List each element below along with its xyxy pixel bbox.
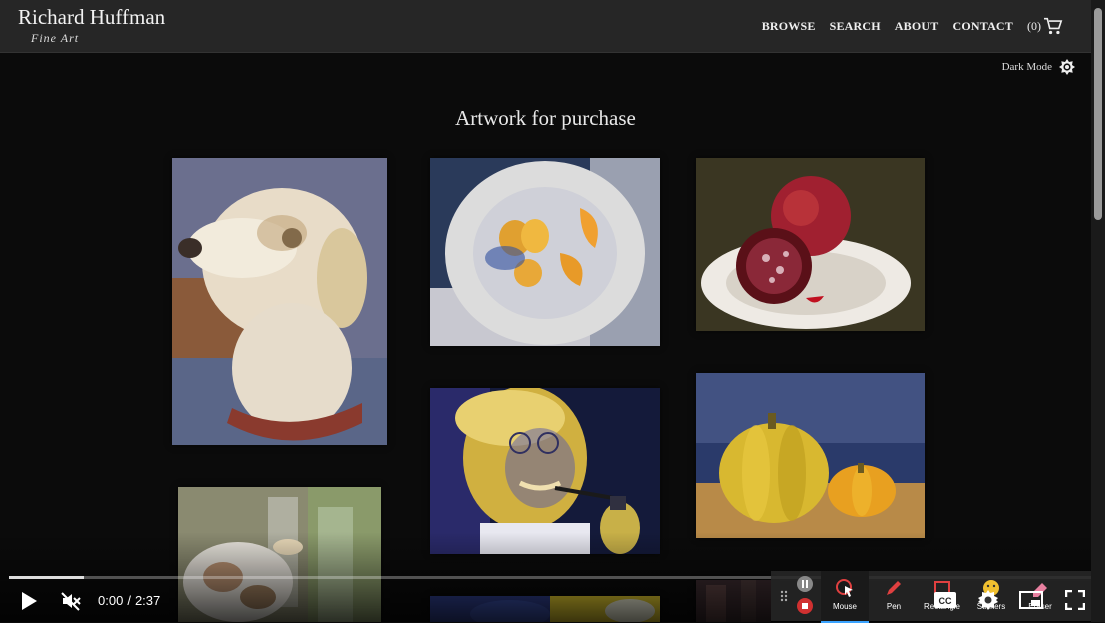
play-button[interactable] [18,590,40,612]
miniplayer-icon [1019,591,1043,609]
svg-text:CC: CC [939,596,952,606]
page-scrollbar[interactable] [1091,0,1105,622]
cart-count: (0) [1027,18,1041,33]
artwork-man-with-pipe[interactable] [430,388,660,554]
current-time: 0:00 [98,593,124,608]
artwork-partial-yellow[interactable] [430,596,660,622]
mute-button[interactable] [60,590,82,612]
tool-mouse[interactable]: Mouse [821,571,869,623]
pen-icon [887,581,901,595]
gear-icon [978,590,998,610]
artwork-partial-dark[interactable] [696,580,771,622]
stop-recording-icon[interactable] [797,598,813,614]
closed-captions-icon: CC [934,592,956,608]
drag-handle-icon[interactable] [780,590,788,602]
nav-search[interactable]: SEARCH [830,19,881,34]
artwork-pumpkins[interactable] [696,373,925,538]
nav-browse[interactable]: BROWSE [762,19,816,34]
site-subtitle: Fine Art [31,31,80,45]
fullscreen-button[interactable] [1063,588,1087,612]
tool-mouse-label: Mouse [832,602,857,611]
dark-mode-toggle[interactable]: Dark Mode [1002,59,1075,75]
tool-pen-label: Pen [886,602,902,611]
duration: 2:37 [134,593,161,608]
artwork-dog-portrait[interactable] [172,158,387,445]
miniplayer-button[interactable] [1018,588,1044,612]
artwork-glassware[interactable] [178,487,381,622]
nav-about[interactable]: ABOUT [895,19,939,34]
tool-pen[interactable]: Pen [870,571,918,621]
fullscreen-icon [1065,590,1085,610]
video-progress-fill [9,576,84,579]
site-title[interactable]: Richard Huffman [18,5,165,30]
dark-mode-label: Dark Mode [1001,61,1052,73]
site-header: Richard Huffman Fine Art BROWSE SEARCH A… [0,0,1091,53]
brightness-icon [1059,59,1075,75]
scrollbar-thumb[interactable] [1094,8,1102,220]
cart-icon [1044,17,1063,35]
mouse-pointer-icon [836,579,853,597]
artwork-pomegranate[interactable] [696,158,925,331]
cart-button[interactable]: (0) [1027,17,1063,35]
volume-muted-icon [61,592,81,611]
artwork-orange-slices[interactable] [430,158,660,346]
settings-button[interactable] [976,588,1000,612]
time-separator: / [127,593,131,608]
main-nav: BROWSE SEARCH ABOUT CONTACT (0) [748,17,1063,35]
page-title: Artwork for purchase [455,106,636,130]
video-timecode: 0:00/2:37 [98,593,160,608]
play-icon [22,592,37,610]
captions-button[interactable]: CC [933,588,957,612]
pause-recording-icon[interactable] [797,576,813,592]
nav-contact[interactable]: CONTACT [952,19,1013,34]
